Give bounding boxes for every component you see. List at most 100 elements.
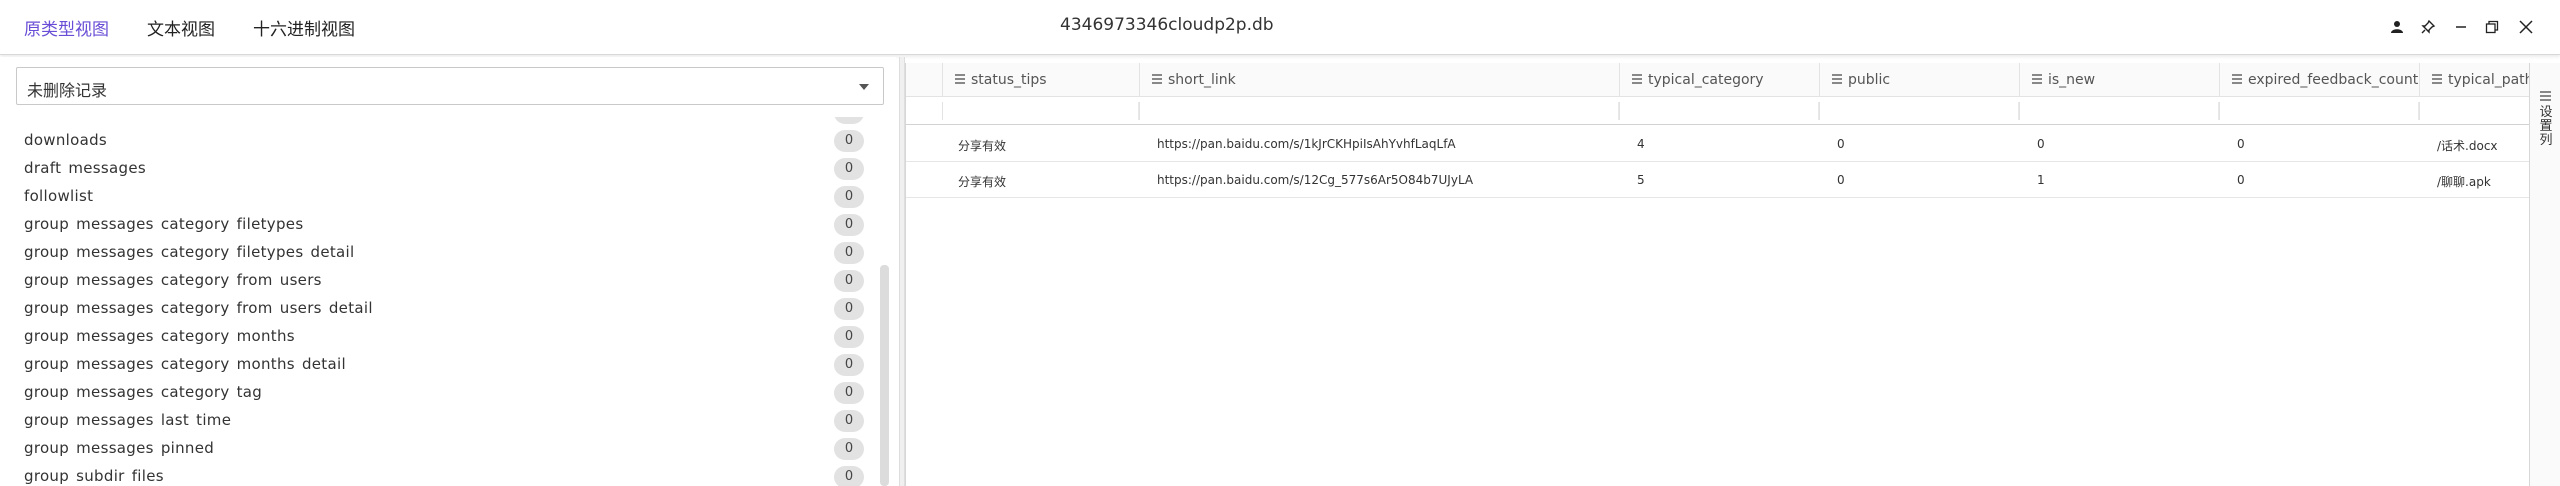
column-header[interactable]: short_link bbox=[1139, 63, 1616, 97]
filter-row bbox=[906, 97, 2530, 125]
count-badge: 0 bbox=[834, 130, 864, 152]
list-item[interactable]: group messages pinned 0 bbox=[0, 435, 876, 463]
top-bar: 原类型视图 文本视图 十六进制视图 4346973346cloudp2p.db bbox=[0, 0, 2560, 55]
cell-short-link: https://pan.baidu.com/s/12Cg_577s6Ar5O84… bbox=[1157, 173, 1474, 187]
cell-is-new: 0 bbox=[2037, 137, 2045, 151]
column-menu-icon[interactable] bbox=[2232, 74, 2242, 84]
tab-native-view[interactable]: 原类型视图 bbox=[24, 15, 109, 40]
list-item[interactable]: group messages category filetypes detail… bbox=[0, 239, 876, 267]
count-badge: 0 bbox=[834, 438, 864, 460]
cell-is-new: 1 bbox=[2037, 173, 2045, 187]
count-badge: 0 bbox=[834, 382, 864, 404]
column-menu-icon[interactable] bbox=[1152, 74, 1162, 84]
table-name: downloads bbox=[24, 131, 108, 149]
column-header-label: typical_category bbox=[1648, 72, 1764, 88]
column-header[interactable]: typical_path bbox=[2419, 63, 2534, 97]
list-item[interactable]: group messages last time 0 bbox=[0, 407, 876, 435]
user-icon[interactable] bbox=[2386, 16, 2408, 38]
count-badge: 0 bbox=[834, 117, 864, 124]
count-badge: 0 bbox=[834, 242, 864, 264]
list-item[interactable]: group subdir files 0 bbox=[0, 463, 876, 486]
list-item[interactable]: 0 bbox=[0, 117, 876, 127]
window-title: 4346973346cloudp2p.db bbox=[1060, 15, 1274, 35]
column-header[interactable]: is_new bbox=[2019, 63, 2219, 97]
cell-status-tips: 分享有效 bbox=[958, 139, 1007, 153]
column-header-label: public bbox=[1848, 72, 1891, 88]
column-filter-input[interactable] bbox=[2219, 102, 2419, 120]
count-badge: 0 bbox=[834, 466, 864, 486]
table-name: group messages category months detail bbox=[24, 355, 346, 373]
column-menu-icon[interactable] bbox=[955, 74, 965, 84]
cell-typical-category: 5 bbox=[1637, 173, 1645, 187]
list-item[interactable]: group messages category months detail 0 bbox=[0, 351, 876, 379]
column-filter-input[interactable] bbox=[1619, 102, 1819, 120]
column-header[interactable]: status_tips bbox=[942, 63, 1124, 97]
list-item[interactable]: group messages category months 0 bbox=[0, 323, 876, 351]
list-item[interactable]: group messages category tag 0 bbox=[0, 379, 876, 407]
list-item[interactable]: followlist 0 bbox=[0, 183, 876, 211]
column-filter-input[interactable] bbox=[1139, 102, 1619, 120]
column-header[interactable]: typical_category bbox=[1619, 63, 1819, 97]
column-filter-input[interactable] bbox=[2419, 102, 2530, 120]
count-badge: 0 bbox=[834, 354, 864, 376]
column-menu-icon[interactable] bbox=[2032, 74, 2042, 84]
table-row[interactable]: 分享有效 https://pan.baidu.com/s/12Cg_577s6A… bbox=[906, 162, 2530, 198]
cell-public: 0 bbox=[1837, 137, 1845, 151]
count-badge: 0 bbox=[834, 298, 864, 320]
cell-public: 0 bbox=[1837, 173, 1845, 187]
record-filter-select[interactable]: 未删除记录 bbox=[16, 67, 884, 105]
chevron-down-icon bbox=[859, 84, 869, 90]
table-name: group messages pinned bbox=[24, 439, 215, 457]
column-menu-icon[interactable] bbox=[2432, 74, 2442, 84]
list-item[interactable]: group messages category from users detai… bbox=[0, 295, 876, 323]
column-header-label: is_new bbox=[2048, 72, 2096, 88]
table-row[interactable]: 分享有效 https://pan.baidu.com/s/1kJrCKHpiIs… bbox=[906, 126, 2530, 162]
list-scrollbar[interactable] bbox=[880, 265, 889, 486]
restore-icon[interactable] bbox=[2481, 16, 2503, 38]
column-settings-sidebar[interactable]: 设置列 bbox=[2529, 63, 2560, 486]
column-menu-icon[interactable] bbox=[1832, 74, 1842, 84]
column-header-label: typical_path bbox=[2448, 72, 2534, 88]
column-filter-input[interactable] bbox=[942, 102, 1139, 120]
table-name: group messages category filetypes bbox=[24, 215, 304, 233]
cell-typical-category: 4 bbox=[1637, 137, 1645, 151]
table-name: group messages category filetypes detail bbox=[24, 243, 355, 261]
cell-short-link: https://pan.baidu.com/s/1kJrCKHpiIsAhYvh… bbox=[1157, 137, 1456, 151]
table-name: group messages category tag bbox=[24, 383, 263, 401]
columns-icon bbox=[2540, 91, 2551, 103]
count-badge: 0 bbox=[834, 270, 864, 292]
list-item[interactable]: group messages category filetypes 0 bbox=[0, 211, 876, 239]
count-badge: 0 bbox=[834, 214, 864, 236]
list-item[interactable]: draft messages 0 bbox=[0, 155, 876, 183]
cell-status-tips: 分享有效 bbox=[958, 175, 1007, 189]
cell-expired-feedback-count: 0 bbox=[2237, 173, 2245, 187]
table-name: group messages category from users bbox=[24, 271, 322, 289]
tab-text-view[interactable]: 文本视图 bbox=[147, 15, 215, 40]
column-menu-icon[interactable] bbox=[1632, 74, 1642, 84]
minimize-icon[interactable] bbox=[2450, 16, 2472, 38]
tab-hex-view[interactable]: 十六进制视图 bbox=[253, 15, 355, 40]
list-item[interactable]: downloads 0 bbox=[0, 127, 876, 155]
cell-expired-feedback-count: 0 bbox=[2237, 137, 2245, 151]
table-list-panel: 未删除记录 0 downloads 0 draft messages 0 fol… bbox=[0, 57, 896, 486]
column-filter-input[interactable] bbox=[2019, 102, 2219, 120]
cell-typical-path: /聊聊.apk bbox=[2437, 175, 2491, 189]
table-name: group messages last time bbox=[24, 411, 232, 429]
cell-typical-path: /话术.docx bbox=[2437, 139, 2498, 153]
column-header[interactable]: expired_feedback_count bbox=[2219, 63, 2419, 97]
column-header-label: short_link bbox=[1168, 72, 1236, 88]
column-filter-input[interactable] bbox=[1819, 102, 2019, 120]
list-item[interactable]: group messages category from users 0 bbox=[0, 267, 876, 295]
close-icon[interactable] bbox=[2515, 16, 2537, 38]
column-header[interactable]: public bbox=[1819, 63, 2019, 97]
count-badge: 0 bbox=[834, 186, 864, 208]
table-name: followlist bbox=[24, 187, 94, 205]
table-name: group messages category months bbox=[24, 327, 295, 345]
table-name: group subdir files bbox=[24, 467, 164, 485]
column-header-label: expired_feedback_count bbox=[2248, 72, 2419, 88]
record-filter-value: 未删除记录 bbox=[27, 81, 108, 100]
data-grid: status_tips short_link typical_category … bbox=[905, 63, 2534, 486]
count-badge: 0 bbox=[834, 410, 864, 432]
pin-icon[interactable] bbox=[2417, 16, 2439, 38]
column-settings-label: 设置列 bbox=[2539, 105, 2553, 148]
